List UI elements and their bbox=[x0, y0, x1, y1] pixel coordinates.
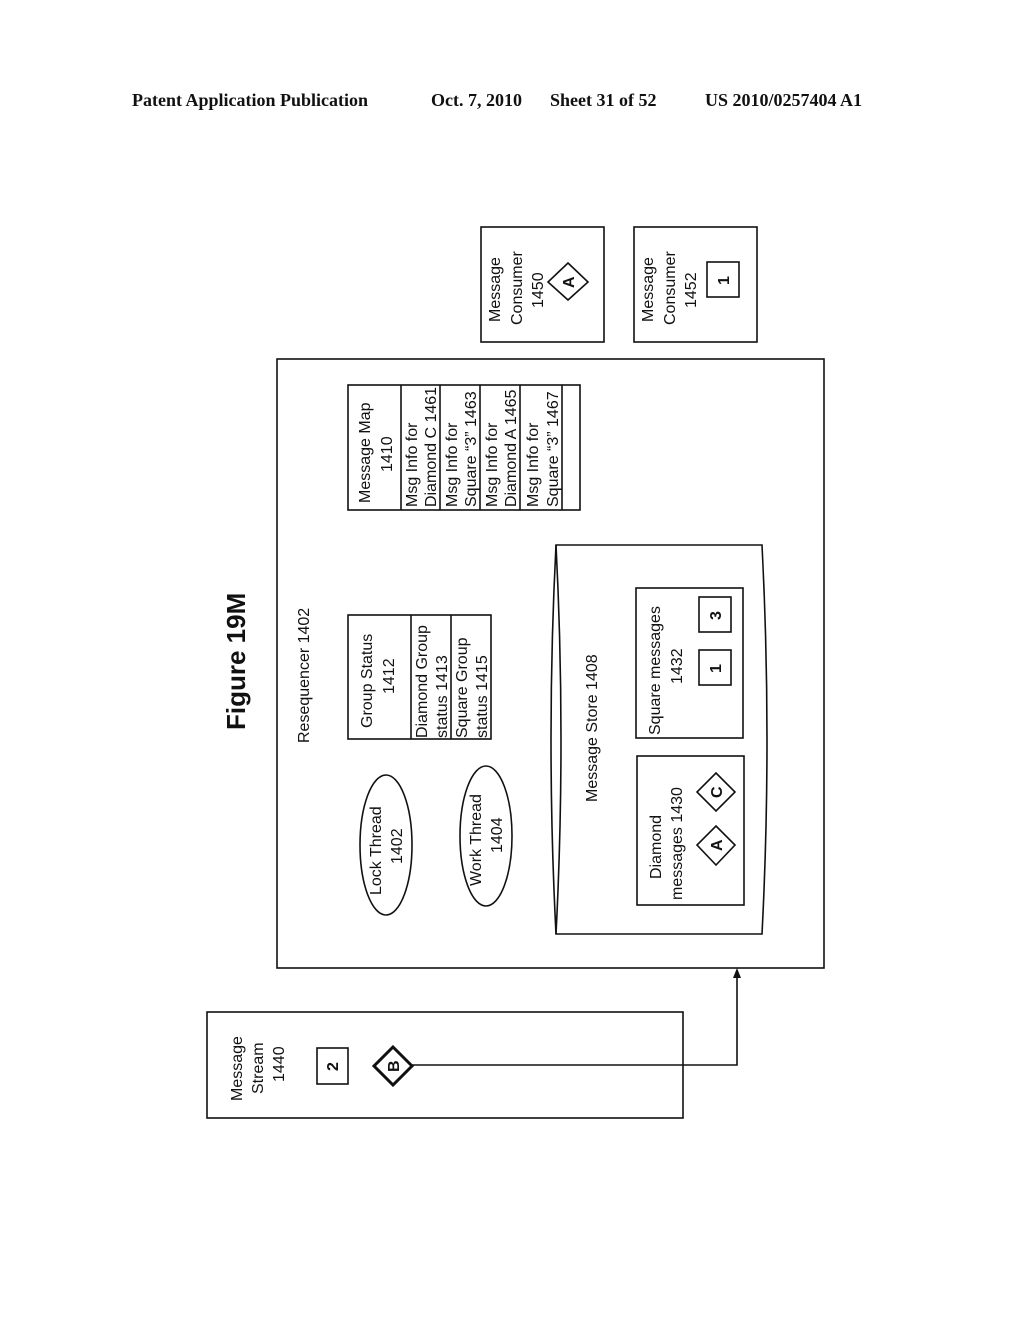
message-map-row: Msg Info for bbox=[444, 422, 461, 507]
diamond-messages-title: Diamond bbox=[648, 815, 665, 879]
group-status-row: Diamond Group bbox=[414, 625, 431, 738]
message-stream-title: Message bbox=[229, 1036, 246, 1101]
message-map-row: Square “3” 1467 bbox=[545, 391, 562, 507]
square-messages-1432: Square messages 1432 1 3 bbox=[635, 587, 744, 739]
message-consumer-1450: Message Consumer 1450 A bbox=[480, 226, 605, 343]
message-map-row: Diamond C 1461 bbox=[423, 387, 440, 507]
square-message-label: 3 bbox=[708, 611, 725, 620]
consumer-title-line: Message bbox=[640, 257, 657, 322]
lock-thread-label: Lock Thread bbox=[368, 806, 385, 895]
square-messages-title: Square messages bbox=[647, 606, 664, 735]
lock-thread-label: 1402 bbox=[389, 828, 406, 864]
square-message-label: 2 bbox=[325, 1062, 342, 1071]
message-map-title: Message Map bbox=[357, 402, 374, 503]
message-store-1408: Message Store 1408 Diamond messages 1430… bbox=[550, 544, 768, 935]
message-map-row: Msg Info for bbox=[525, 422, 542, 507]
consumer-title-line: 1452 bbox=[683, 272, 700, 308]
group-status-title: Group Status bbox=[359, 634, 376, 728]
message-stream-1440: Message Stream 1440 2 B bbox=[206, 968, 741, 1119]
group-status-row: status 1415 bbox=[474, 655, 491, 738]
message-map-1410: Message Map 1410 Msg Info for Diamond C … bbox=[347, 384, 581, 511]
work-thread-label: 1404 bbox=[489, 817, 506, 853]
lock-thread-1402: Lock Thread 1402 bbox=[359, 774, 413, 916]
consumer-title-line: Consumer bbox=[509, 251, 526, 325]
work-thread-1404: Work Thread 1404 bbox=[459, 765, 513, 907]
consumer-title-line: 1450 bbox=[530, 272, 547, 308]
group-status-row: status 1413 bbox=[434, 655, 451, 738]
diamond-message-label: A bbox=[709, 839, 726, 851]
message-consumer-1452: Message Consumer 1452 1 bbox=[633, 226, 758, 343]
diamond-message-label: B bbox=[386, 1060, 403, 1072]
message-store-label: Message Store 1408 bbox=[584, 654, 601, 802]
message-stream-title: Stream bbox=[250, 1042, 267, 1094]
work-thread-label: Work Thread bbox=[468, 794, 485, 886]
resequencer-label: Resequencer 1402 bbox=[296, 608, 313, 743]
message-map-title: 1410 bbox=[379, 436, 396, 472]
consumer-title-line: Message bbox=[487, 257, 504, 322]
figure-title: Figure 19M bbox=[221, 593, 251, 730]
message-map-row: Diamond A 1465 bbox=[503, 389, 520, 507]
diamond-message-label: C bbox=[709, 786, 726, 798]
arrow-head-icon bbox=[733, 968, 741, 978]
diamond-message-label: A bbox=[561, 276, 578, 288]
group-status-title: 1412 bbox=[381, 658, 398, 694]
square-message-label: 1 bbox=[708, 664, 725, 673]
group-status-row: Square Group bbox=[454, 637, 471, 738]
message-map-row: Square “3” 1463 bbox=[463, 391, 480, 507]
square-messages-title: 1432 bbox=[669, 648, 686, 684]
message-map-row: Msg Info for bbox=[484, 422, 501, 507]
square-message-label: 1 bbox=[716, 276, 733, 285]
figure-diagram: Figure 19M Message Consumer 1450 A Messa… bbox=[206, 226, 825, 1119]
message-stream-title: 1440 bbox=[271, 1046, 288, 1082]
resequencer-1402: Resequencer 1402 Message Map 1410 Msg In… bbox=[276, 358, 825, 969]
consumer-title-line: Consumer bbox=[662, 251, 679, 325]
message-map-row: Msg Info for bbox=[404, 422, 421, 507]
diamond-messages-1430: Diamond messages 1430 A C bbox=[636, 755, 745, 906]
diamond-messages-title: messages 1430 bbox=[669, 787, 686, 900]
group-status-1412: Group Status 1412 Diamond Group status 1… bbox=[347, 614, 492, 740]
